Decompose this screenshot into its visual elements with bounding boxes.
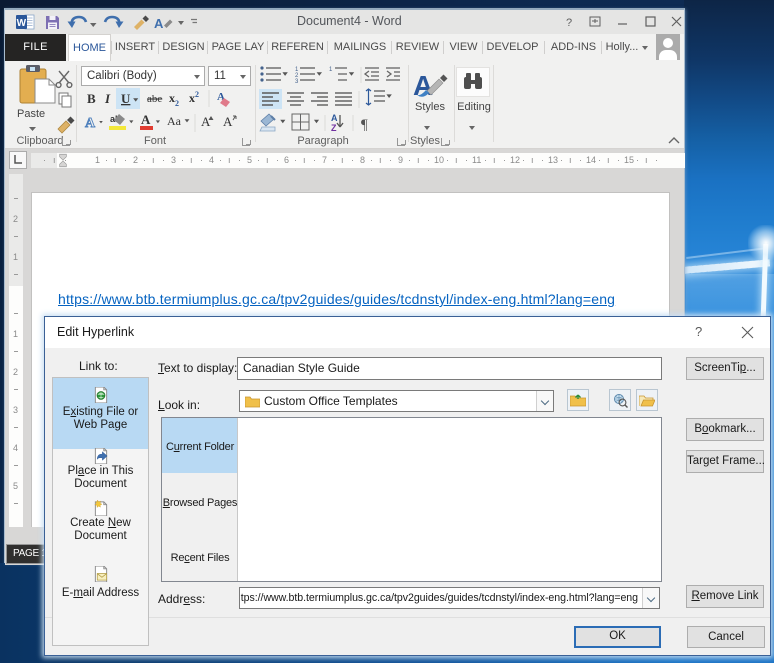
svg-text:A: A — [331, 113, 338, 123]
svg-text:2: 2 — [175, 99, 179, 108]
svg-text:A: A — [154, 16, 164, 31]
svg-text:¶: ¶ — [361, 117, 368, 133]
svg-text:A: A — [223, 114, 233, 129]
svg-text:I: I — [104, 91, 111, 106]
svg-text:1: 1 — [329, 67, 333, 73]
svg-text:A: A — [201, 114, 211, 129]
svg-text:2: 2 — [195, 90, 199, 99]
svg-text:abe: abe — [147, 93, 162, 105]
svg-text:Paste: Paste — [17, 108, 45, 120]
svg-text:?: ? — [566, 17, 572, 29]
svg-text:A: A — [141, 112, 151, 127]
svg-text:B: B — [87, 91, 96, 106]
svg-text:U: U — [121, 91, 131, 106]
svg-text:Z: Z — [331, 123, 337, 133]
svg-text:3: 3 — [295, 79, 299, 85]
svg-text:W: W — [17, 18, 27, 29]
svg-text:Aa: Aa — [167, 114, 182, 128]
svg-text:A: A — [85, 116, 96, 131]
